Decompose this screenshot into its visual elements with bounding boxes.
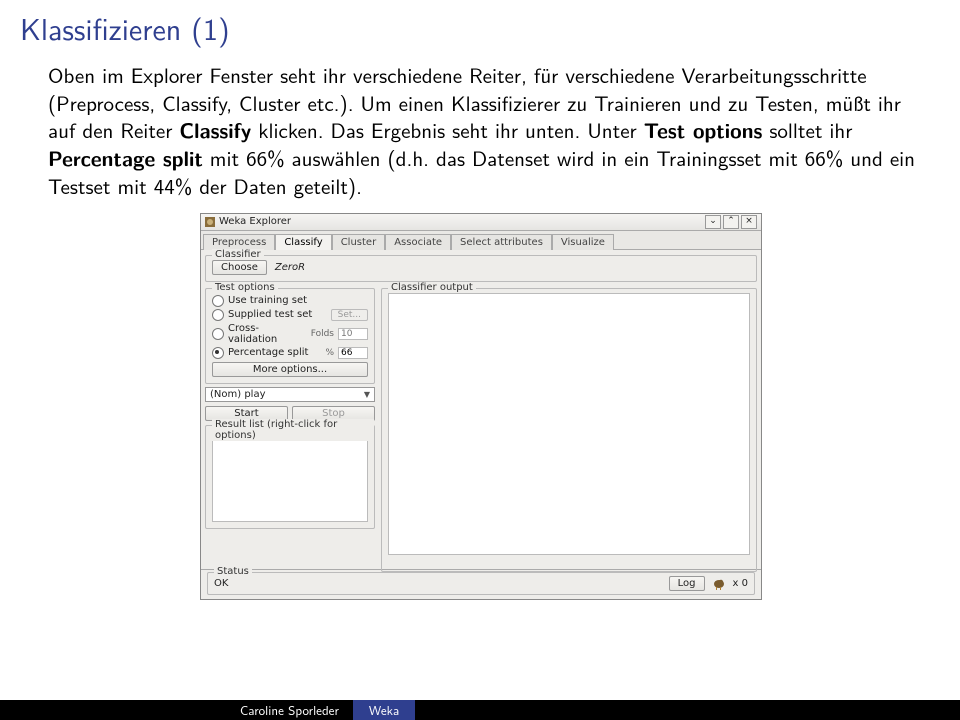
status-bar: Status OK Log x 0: [201, 569, 761, 599]
footer-title: Weka: [353, 700, 415, 720]
choose-classifier-button[interactable]: Choose: [212, 260, 267, 275]
tab-cluster[interactable]: Cluster: [332, 234, 386, 250]
activity-count: x 0: [733, 578, 748, 589]
percent-label: %: [325, 348, 334, 358]
footer-author: Caroline Sporleder: [0, 701, 353, 720]
slide-title: Klassifizieren (1): [0, 0, 960, 52]
body-text-2: klicken. Das Ergebnis seht ihr unten. Un…: [251, 115, 643, 145]
tab-bar: Preprocess Classify Cluster Associate Se…: [201, 231, 761, 250]
tab-visualize[interactable]: Visualize: [552, 234, 614, 250]
result-list-label: Result list (right-click for options): [212, 419, 374, 441]
slide-body: Oben im Explorer Fenster seht ihr versch…: [0, 52, 960, 213]
weka-explorer-window: Weka Explorer ⌄ ⌃ × Preprocess Classify …: [200, 213, 762, 600]
body-bold-3: Percentage split: [48, 143, 203, 173]
window-titlebar[interactable]: Weka Explorer ⌄ ⌃ ×: [201, 214, 761, 231]
weka-bird-icon: [711, 576, 727, 590]
window-close-button[interactable]: ×: [741, 215, 757, 229]
test-options-group: Test options Use training set Supplied t…: [205, 288, 375, 384]
window-title: Weka Explorer: [219, 216, 703, 227]
radio-percentage-split-label: Percentage split: [228, 347, 321, 358]
window-minimize-button[interactable]: ⌄: [705, 215, 721, 229]
classifier-output-area[interactable]: [388, 293, 750, 555]
result-list[interactable]: [212, 430, 368, 522]
folds-input[interactable]: 10: [338, 328, 368, 340]
test-options-label: Test options: [212, 282, 278, 293]
set-test-file-button[interactable]: Set...: [331, 309, 368, 321]
status-label: Status: [214, 566, 252, 577]
folds-label: Folds: [311, 329, 334, 339]
classifier-output-group: Classifier output: [381, 288, 757, 572]
radio-training-set[interactable]: [212, 295, 224, 307]
body-bold-2: Test options: [644, 115, 763, 145]
radio-cross-validation[interactable]: [212, 328, 224, 340]
classifier-output-label: Classifier output: [388, 282, 476, 293]
body-text-3: solltet ihr: [762, 115, 852, 145]
tab-preprocess[interactable]: Preprocess: [203, 234, 275, 250]
classifier-name-field[interactable]: ZeroR: [271, 262, 750, 273]
tab-classify[interactable]: Classify: [275, 234, 331, 250]
more-options-button[interactable]: More options...: [212, 362, 368, 377]
window-maximize-button[interactable]: ⌃: [723, 215, 739, 229]
classifier-group-label: Classifier: [212, 249, 264, 260]
chevron-down-icon: ▼: [364, 390, 370, 399]
tab-select-attributes[interactable]: Select attributes: [451, 234, 552, 250]
tab-associate[interactable]: Associate: [385, 234, 451, 250]
radio-training-set-label: Use training set: [228, 295, 307, 306]
radio-cross-validation-label: Cross-validation: [228, 323, 307, 345]
weka-app-icon: [205, 217, 215, 227]
radio-percentage-split[interactable]: [212, 347, 224, 359]
class-attribute-select[interactable]: (Nom) play ▼: [205, 387, 375, 402]
slide-footer: Caroline Sporleder Weka: [0, 700, 960, 720]
classifier-group: Classifier Choose ZeroR: [205, 255, 757, 282]
radio-supplied-test-set-label: Supplied test set: [228, 309, 327, 320]
body-bold-1: Classify: [179, 115, 251, 145]
result-list-group: Result list (right-click for options): [205, 425, 375, 529]
percent-input[interactable]: 66: [338, 347, 368, 359]
log-button[interactable]: Log: [669, 576, 705, 591]
radio-supplied-test-set[interactable]: [212, 309, 224, 321]
class-attribute-value: (Nom) play: [210, 389, 266, 400]
status-value: OK: [214, 578, 228, 589]
